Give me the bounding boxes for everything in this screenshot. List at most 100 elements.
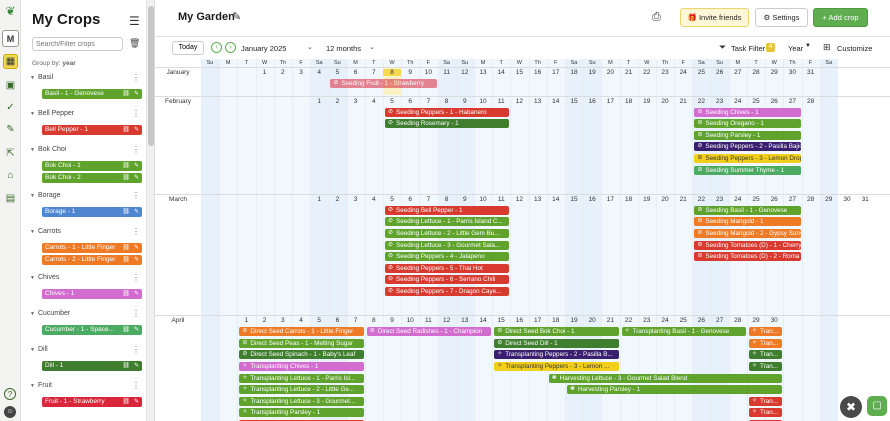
day-number[interactable]: 9: [456, 196, 474, 203]
crop-chip[interactable]: Carrots - 1 - Little Finger ⛓ ✎: [42, 243, 142, 253]
task-bar[interactable]: ⊘ Seeding Peppers - 6 - Serrano Chili: [385, 275, 510, 285]
day-number[interactable]: 20: [601, 69, 619, 76]
task-bar[interactable]: ✧Tran...: [749, 350, 783, 360]
task-bar[interactable]: ⊘ Direct Seed Peas - 1 - Melting Sugar: [239, 338, 364, 348]
day-number[interactable]: 8: [365, 317, 383, 324]
task-bar[interactable]: ⊘ Seeding Peppers - 3 - Lemon Drop: [694, 154, 801, 163]
day-number[interactable]: 14: [547, 98, 565, 105]
day-number[interactable]: 18: [620, 98, 638, 105]
day-number[interactable]: 10: [401, 317, 419, 324]
caret-down-icon[interactable]: ▼: [30, 147, 35, 153]
day-number[interactable]: 6: [401, 98, 419, 105]
day-number[interactable]: 9: [401, 69, 419, 76]
day-number[interactable]: 24: [729, 98, 747, 105]
day-number[interactable]: 23: [711, 98, 729, 105]
task-bar[interactable]: ⊘ Seeding Chives - 1: [694, 107, 801, 117]
crop-group-header[interactable]: ▼ Fruit: [30, 382, 52, 389]
link-icon[interactable]: ⛓: [122, 161, 130, 171]
pencil-icon[interactable]: ✎: [134, 243, 139, 253]
task-bar[interactable]: ❀ Harvesting Parsley - 1: [567, 385, 783, 395]
day-number[interactable]: 18: [547, 317, 565, 324]
day-number[interactable]: 7: [347, 317, 365, 324]
day-number[interactable]: 22: [638, 69, 656, 76]
sidebar-scrollbar[interactable]: [147, 0, 155, 421]
day-number[interactable]: 28: [802, 98, 820, 105]
month-select[interactable]: January 2025: [241, 44, 286, 53]
day-number[interactable]: 19: [638, 196, 656, 203]
menu-icon[interactable]: ☰: [129, 14, 140, 28]
pencil-icon[interactable]: ✎: [232, 10, 241, 23]
day-number[interactable]: 27: [783, 196, 801, 203]
day-number[interactable]: 14: [547, 196, 565, 203]
day-number[interactable]: 24: [656, 317, 674, 324]
day-number[interactable]: 20: [656, 196, 674, 203]
store-icon[interactable]: ▤: [3, 191, 18, 206]
caret-down-icon[interactable]: ▼: [30, 193, 35, 199]
task-bar[interactable]: ⊘ Seeding Marigold - 1: [694, 217, 801, 227]
task-bar[interactable]: ⊘ Seeding Bell Pepper - 1: [385, 205, 510, 215]
day-number[interactable]: 10: [474, 196, 492, 203]
caret-down-icon[interactable]: ▼: [30, 347, 35, 353]
task-bar[interactable]: ⊘ Seeding Oregano - 1: [694, 119, 801, 129]
notes-icon[interactable]: ✎: [3, 122, 18, 137]
pencil-icon[interactable]: ✎: [134, 125, 139, 135]
caret-down-icon[interactable]: ▼: [30, 275, 35, 281]
day-number[interactable]: 26: [711, 69, 729, 76]
day-number[interactable]: 18: [565, 69, 583, 76]
check-circle-icon[interactable]: ✓: [3, 100, 18, 115]
task-bar[interactable]: ⊘ Seeding Basil - 1 - Genovese: [694, 205, 801, 215]
day-number[interactable]: 17: [601, 98, 619, 105]
day-number[interactable]: 8: [438, 196, 456, 203]
crop-chip[interactable]: Bok Choi - 2 ⛓ ✎: [42, 173, 142, 183]
caret-down-icon[interactable]: ▼: [30, 75, 35, 81]
day-number[interactable]: 13: [474, 69, 492, 76]
task-bar[interactable]: ⊘ Direct Seed Dill - 1: [494, 338, 619, 348]
link-icon[interactable]: ⛓: [122, 173, 130, 183]
day-number[interactable]: 12: [456, 69, 474, 76]
day-number[interactable]: 11: [438, 69, 456, 76]
chevron-down-icon[interactable]: ⌄: [307, 43, 313, 51]
day-number[interactable]: 13: [529, 98, 547, 105]
day-number[interactable]: 11: [419, 317, 437, 324]
day-number[interactable]: 4: [292, 317, 310, 324]
day-number[interactable]: 21: [674, 196, 692, 203]
range-select[interactable]: 12 months: [326, 44, 361, 53]
add-crop-button[interactable]: + Add crop: [813, 8, 868, 27]
day-number[interactable]: 15: [510, 69, 528, 76]
task-bar[interactable]: ⊘ Direct Seed Bok Choi - 1: [494, 327, 619, 337]
task-bar[interactable]: ✧Tran...: [749, 396, 783, 406]
task-bar[interactable]: ⊘ Seeding Fruit - 1 - Strawberry: [330, 79, 437, 88]
day-number[interactable]: 15: [565, 98, 583, 105]
crop-chip[interactable]: Chives - 1 ⛓ ✎: [42, 289, 142, 299]
task-bar[interactable]: ⊘ Direct Seed Carrots - 1 - Little Finger: [239, 327, 364, 337]
crop-group-header[interactable]: ▼ Basil: [30, 74, 53, 81]
day-number[interactable]: 2: [256, 317, 274, 324]
day-number[interactable]: 19: [638, 98, 656, 105]
more-icon[interactable]: ⋮: [132, 145, 140, 154]
task-bar[interactable]: ⊘ Seeding Peppers - 4 - Jalapeno: [385, 252, 510, 262]
crop-chip[interactable]: Basil - 1 - Genovese ⛓ ✎: [42, 89, 142, 99]
link-icon[interactable]: ⛓: [122, 89, 130, 99]
chevron-right-icon[interactable]: ›: [225, 42, 236, 53]
day-number[interactable]: 25: [674, 317, 692, 324]
link-icon[interactable]: ⛓: [122, 125, 130, 135]
filter-icon[interactable]: ⏷: [719, 42, 726, 53]
task-bar[interactable]: ✧ Transplanting Chives - 1: [239, 362, 364, 371]
pencil-icon[interactable]: ✎: [134, 289, 139, 299]
task-bar[interactable]: ⊘ Seeding Peppers - 2 - Pasilla Bajio: [694, 142, 801, 152]
day-number[interactable]: 1: [256, 69, 274, 76]
day-number[interactable]: 5: [383, 196, 401, 203]
day-number[interactable]: 17: [601, 196, 619, 203]
day-number[interactable]: 21: [601, 317, 619, 324]
day-number[interactable]: 14: [474, 317, 492, 324]
more-icon[interactable]: ⋮: [132, 73, 140, 82]
day-number[interactable]: 11: [492, 98, 510, 105]
day-number[interactable]: 29: [765, 69, 783, 76]
trash-icon[interactable]: 🗑: [129, 38, 140, 49]
crop-group-header[interactable]: ▼ Cucumber: [30, 310, 70, 317]
task-bar[interactable]: ⊘ Seeding Parsley - 1: [694, 130, 801, 140]
caret-down-icon[interactable]: ▼: [30, 229, 35, 235]
day-number[interactable]: 28: [802, 196, 820, 203]
task-filter-button[interactable]: Task Filter: [731, 44, 765, 53]
task-bar[interactable]: ⊘ Seeding Lettuce - 3 - Gourmet Sala...: [385, 240, 510, 250]
